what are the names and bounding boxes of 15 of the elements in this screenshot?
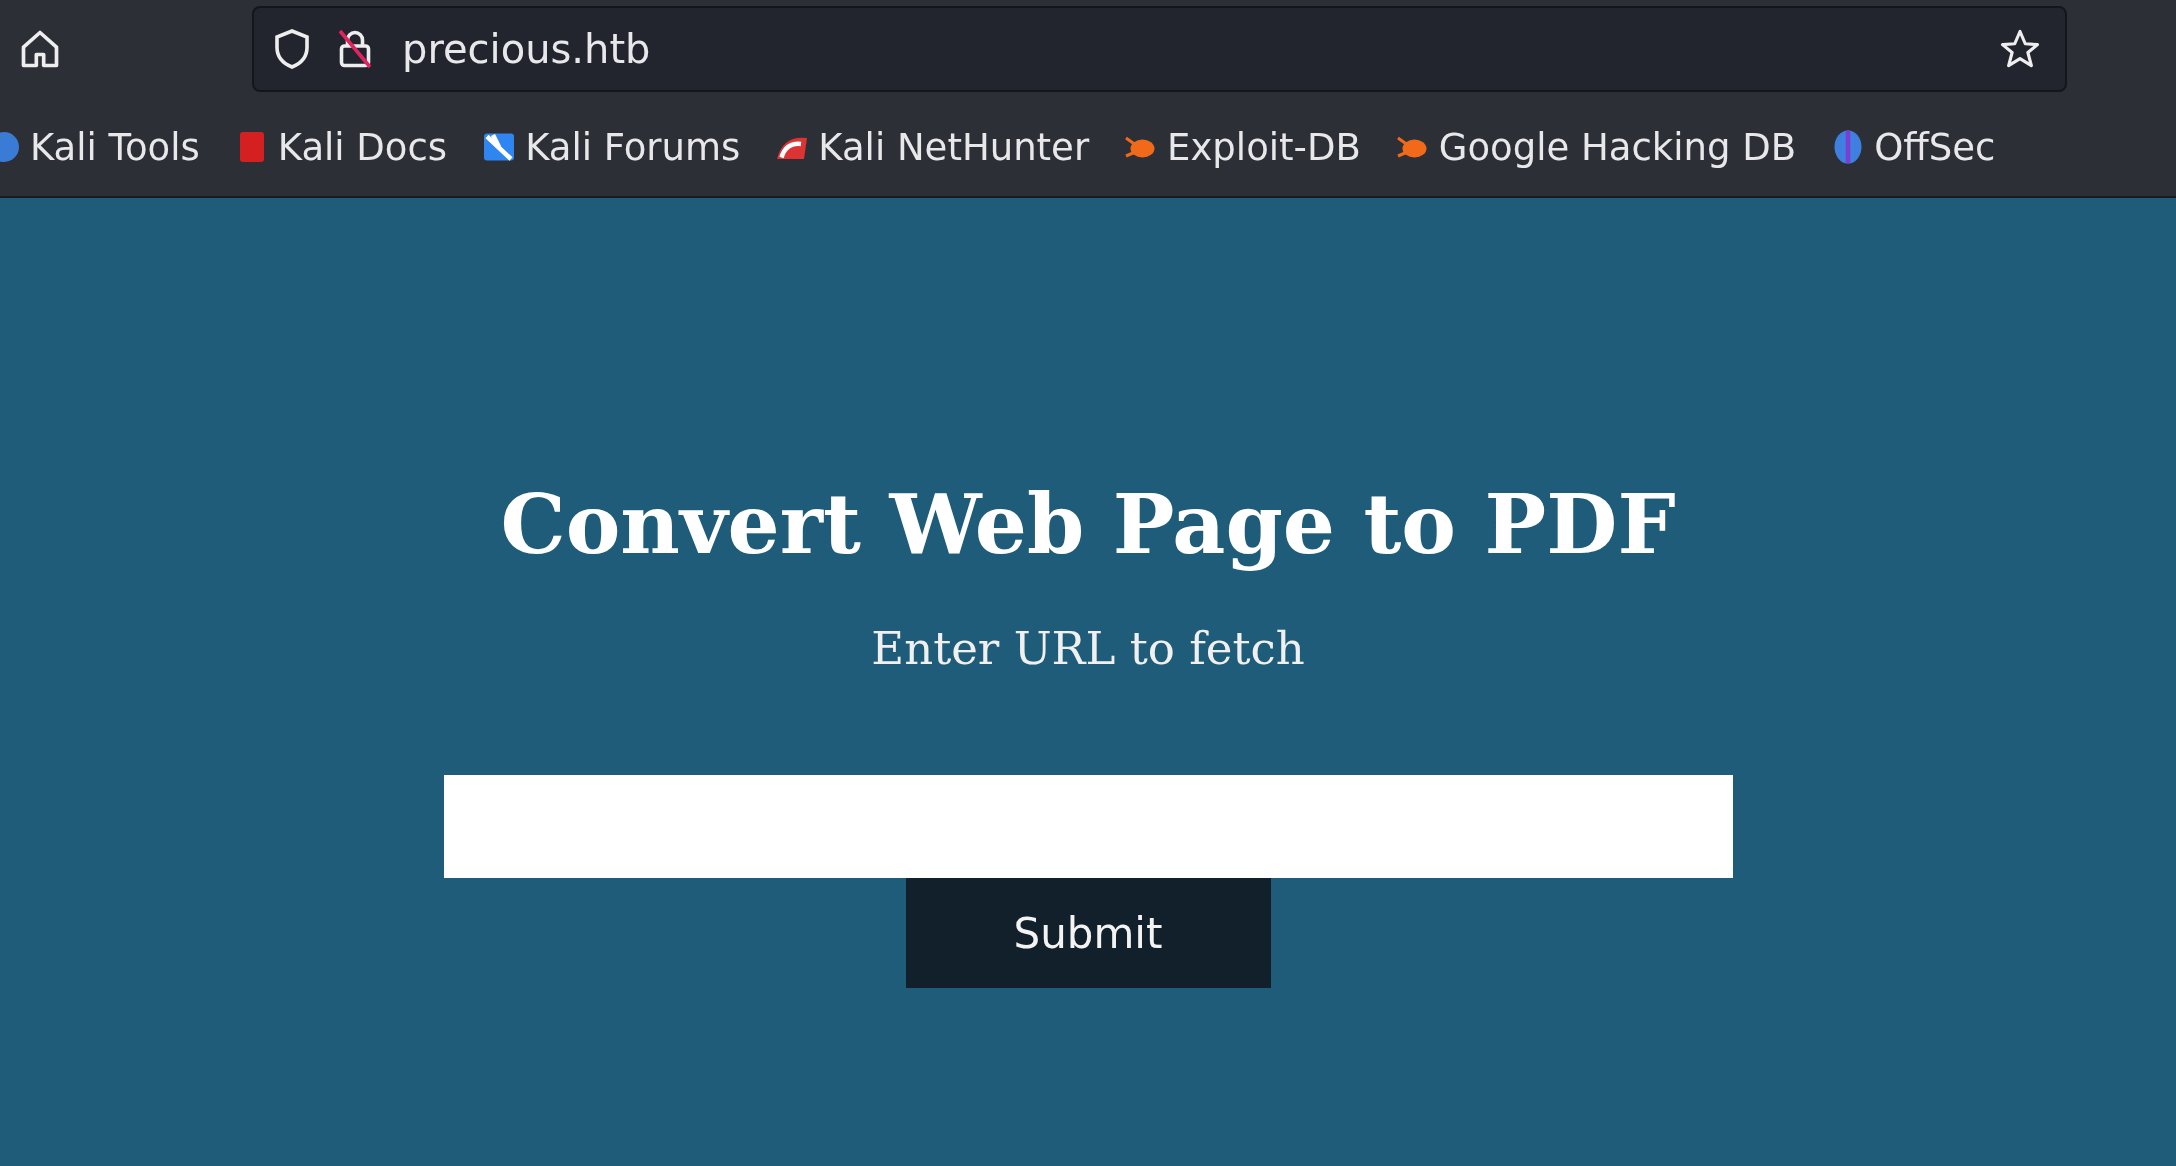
bookmark-link[interactable]: Google Hacking DB bbox=[1394, 125, 1797, 169]
bookmark-link[interactable]: Exploit-DB bbox=[1123, 125, 1361, 169]
url-input-field[interactable] bbox=[443, 775, 1733, 878]
address-bar[interactable]: precious.htb bbox=[252, 6, 2067, 92]
bookmark-link[interactable]: Kali NetHunter bbox=[774, 125, 1090, 169]
bookmark-link[interactable]: OffSec bbox=[1830, 125, 1996, 169]
star-icon[interactable] bbox=[1999, 28, 2041, 70]
submit-button[interactable]: Submit bbox=[905, 878, 1271, 988]
shield-icon[interactable] bbox=[274, 28, 310, 70]
bookmark-link[interactable]: Kali Docs bbox=[233, 125, 448, 169]
bookmark-link[interactable]: Kali Tools bbox=[0, 125, 200, 169]
page-title: Convert Web Page to PDF bbox=[500, 476, 1676, 572]
broken-lock-icon[interactable] bbox=[336, 28, 374, 70]
bookmark-link[interactable]: Kali Forums bbox=[481, 125, 741, 169]
subtitle: Enter URL to fetch bbox=[871, 622, 1305, 675]
